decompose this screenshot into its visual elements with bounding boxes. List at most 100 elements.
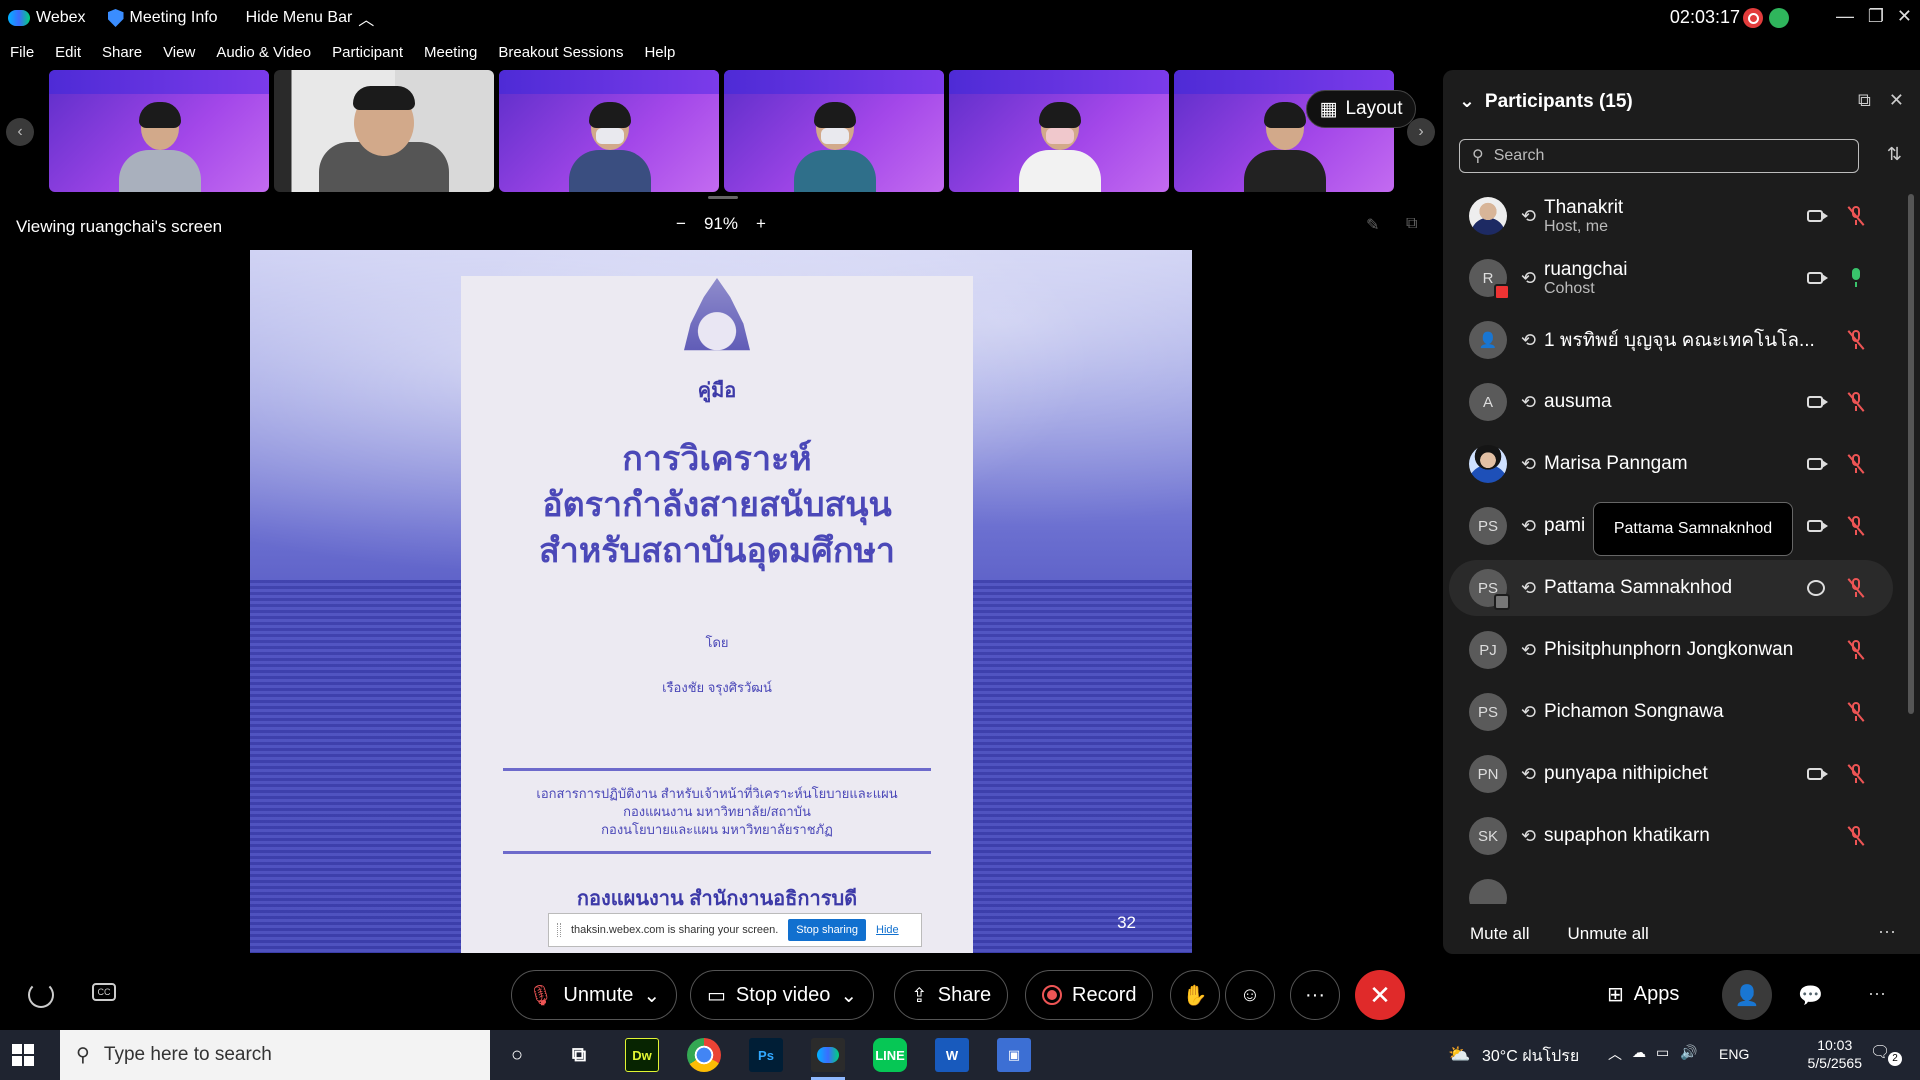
apps-button[interactable]: ⊞ Apps — [1607, 982, 1679, 1007]
mic-muted-icon[interactable] — [1847, 516, 1865, 536]
close-panel-icon[interactable]: ✕ — [1889, 90, 1904, 111]
weather-icon[interactable]: ⛅ — [1448, 1044, 1470, 1065]
share-button[interactable]: ⇪ Share — [894, 970, 1009, 1020]
participants-button[interactable]: 👤 — [1722, 970, 1772, 1020]
connection-icon[interactable] — [28, 982, 54, 1008]
menu-meeting[interactable]: Meeting — [424, 44, 477, 68]
thumbnails-next-button[interactable]: › — [1407, 118, 1435, 146]
task-view-icon[interactable]: ⧉ — [562, 1038, 596, 1072]
participant-row[interactable]: PS ⟲ Pattama Samnaknhod — [1449, 560, 1893, 616]
weather-text[interactable]: 30°C ฝนโปรย — [1482, 1044, 1579, 1069]
more-options-button[interactable]: ··· — [1290, 970, 1340, 1020]
video-camera-icon[interactable] — [1807, 210, 1828, 222]
record-button[interactable]: Record — [1025, 970, 1154, 1020]
annotate-icon[interactable]: ✎ — [1366, 215, 1379, 235]
windows-start-icon[interactable] — [12, 1044, 34, 1066]
mic-on-icon[interactable] — [1849, 268, 1863, 288]
participant-row[interactable]: 👤 ⟲ 1 พรทิพย์ บุญจุน คณะเทคโนโล... — [1449, 312, 1893, 368]
video-thumbnail[interactable] — [49, 70, 269, 192]
participant-row[interactable]: ⟲ Thanakrit Host, me — [1449, 188, 1893, 244]
closed-captions-icon[interactable]: CC — [92, 983, 116, 1001]
photoshop-icon[interactable]: Ps — [749, 1038, 783, 1072]
participant-row[interactable]: PJ ⟲ Phisitphunphorn Jongkonwan — [1449, 622, 1893, 678]
chevron-down-icon[interactable]: ⌄ — [643, 983, 660, 1008]
network-icon[interactable]: ▭ — [1656, 1044, 1669, 1061]
webex-taskbar-icon[interactable] — [811, 1038, 845, 1080]
stop-video-button[interactable]: ▭ Stop video ⌄ — [690, 970, 875, 1020]
participant-row[interactable]: PS ⟲ Pichamon Songnawa — [1449, 684, 1893, 740]
volume-icon[interactable]: 🔊 — [1680, 1044, 1697, 1061]
participant-row[interactable]: A ⟲ ausuma — [1449, 374, 1893, 430]
mic-muted-icon[interactable] — [1847, 764, 1865, 784]
language-indicator[interactable]: ENG — [1719, 1046, 1749, 1062]
zoom-in-button[interactable]: + — [756, 214, 766, 234]
chrome-icon[interactable] — [687, 1038, 721, 1072]
mic-muted-icon[interactable] — [1847, 330, 1865, 350]
menu-view[interactable]: View — [163, 44, 195, 68]
video-thumbnail[interactable] — [949, 70, 1169, 192]
video-thumbnail[interactable] — [724, 70, 944, 192]
video-camera-icon[interactable] — [1807, 458, 1828, 470]
mic-muted-icon[interactable] — [1847, 392, 1865, 412]
video-camera-icon[interactable] — [1807, 272, 1828, 284]
recording-indicator-icon[interactable] — [1743, 8, 1763, 28]
drag-handle-icon[interactable] — [557, 923, 561, 937]
unmute-all-button[interactable]: Unmute all — [1568, 924, 1649, 944]
menu-edit[interactable]: Edit — [55, 44, 81, 68]
zoom-out-button[interactable]: − — [676, 214, 686, 234]
participant-row[interactable]: R ⟲ ruangchai Cohost — [1449, 250, 1893, 306]
tray-chevron-icon[interactable]: ︿ — [1608, 1044, 1622, 1064]
dreamweaver-icon[interactable]: Dw — [625, 1038, 659, 1072]
participant-search-input[interactable]: ⚲ Search — [1459, 139, 1859, 173]
mic-muted-icon[interactable] — [1847, 640, 1865, 660]
layout-button[interactable]: ▦ Layout — [1306, 90, 1416, 128]
menu-share[interactable]: Share — [102, 44, 142, 68]
thumbnails-prev-button[interactable]: ‹ — [6, 118, 34, 146]
close-window-icon[interactable]: ✕ — [1897, 6, 1912, 27]
hide-menu-bar-button[interactable]: Hide Menu Bar ︿ — [246, 6, 375, 30]
raise-hand-button[interactable]: ✋ — [1170, 970, 1220, 1020]
menu-audio-video[interactable]: Audio & Video — [216, 44, 311, 68]
onedrive-icon[interactable]: ☁ — [1632, 1044, 1646, 1061]
word-icon[interactable]: W — [935, 1038, 969, 1072]
taskbar-search-input[interactable]: ⚲ Type here to search — [60, 1030, 490, 1080]
remote-desktop-icon[interactable]: ▣ — [997, 1038, 1031, 1072]
participant-row[interactable]: ⟲ Marisa Panngam — [1449, 436, 1893, 492]
menu-help[interactable]: Help — [644, 44, 675, 68]
minimize-icon[interactable]: — — [1836, 6, 1854, 27]
mic-muted-icon[interactable] — [1847, 578, 1865, 598]
participants-header[interactable]: ⌄ Participants (15) — [1459, 90, 1633, 113]
resize-handle[interactable] — [708, 196, 738, 199]
chevron-down-icon[interactable]: ⌄ — [840, 983, 857, 1008]
hide-link[interactable]: Hide — [876, 924, 899, 936]
participant-row[interactable] — [1449, 870, 1893, 904]
participant-row[interactable]: PN ⟲ punyapa nithipichet — [1449, 746, 1893, 802]
participant-list-scrollbar[interactable] — [1908, 194, 1914, 714]
popout-screen-icon[interactable]: ⧉ — [1406, 215, 1417, 233]
cortana-icon[interactable]: ○ — [500, 1038, 534, 1072]
video-camera-icon[interactable] — [1807, 396, 1828, 408]
mic-muted-icon[interactable] — [1847, 206, 1865, 226]
mic-muted-icon[interactable] — [1847, 454, 1865, 474]
meeting-info-button[interactable]: Meeting Info — [107, 9, 218, 27]
video-thumbnail[interactable] — [499, 70, 719, 192]
mic-muted-icon[interactable] — [1847, 702, 1865, 722]
popout-icon[interactable]: ⧉ — [1858, 90, 1871, 111]
mic-muted-icon[interactable] — [1847, 826, 1865, 846]
unmute-button[interactable]: 🎙 Unmute ⌄ — [511, 970, 678, 1020]
menu-participant[interactable]: Participant — [332, 44, 403, 68]
sort-icon[interactable]: ⇅ — [1887, 144, 1902, 165]
network-health-icon[interactable] — [1769, 8, 1789, 28]
reactions-button[interactable]: ☺ — [1225, 970, 1275, 1020]
video-thumbnail[interactable] — [274, 70, 494, 192]
menu-breakout-sessions[interactable]: Breakout Sessions — [498, 44, 623, 68]
leave-meeting-button[interactable]: ✕ — [1355, 970, 1405, 1020]
chat-icon[interactable] — [1807, 580, 1825, 596]
line-icon[interactable]: LINE — [873, 1038, 907, 1072]
restore-icon[interactable]: ❐ — [1868, 6, 1884, 27]
video-camera-icon[interactable] — [1807, 768, 1828, 780]
video-camera-icon[interactable] — [1807, 520, 1828, 532]
mute-all-button[interactable]: Mute all — [1470, 924, 1530, 944]
more-panels-button[interactable]: ··· — [1868, 983, 1886, 1004]
taskbar-clock[interactable]: 10:03 5/5/2565 — [1808, 1036, 1863, 1072]
